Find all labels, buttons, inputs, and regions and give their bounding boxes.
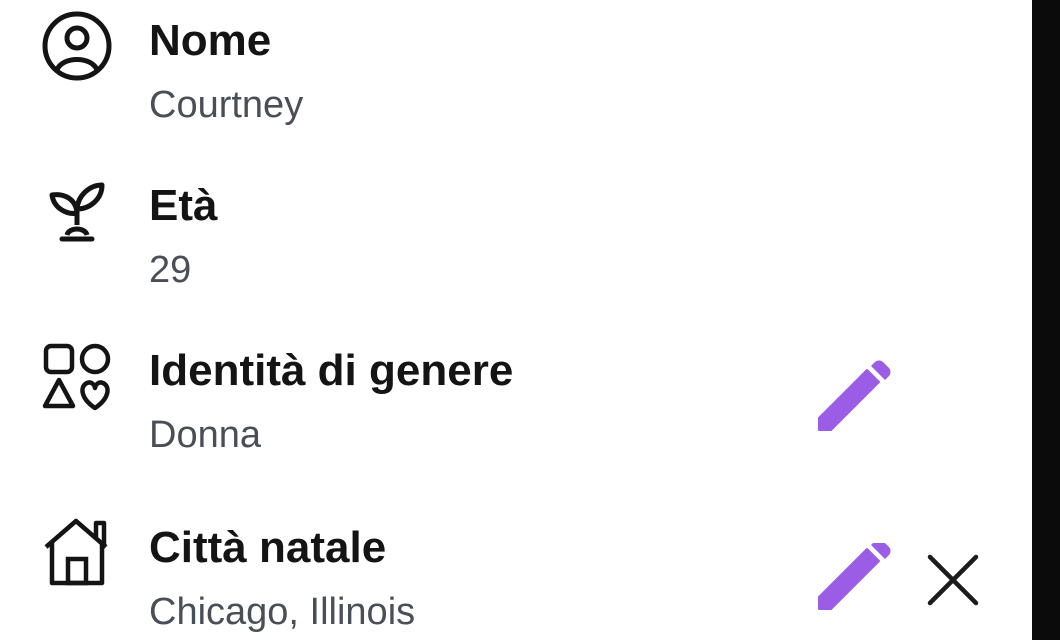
field-value: Donna (149, 414, 261, 456)
profile-details-screen: Nome Courtney Età 29 Identità di genere … (0, 0, 1060, 640)
home-icon (40, 513, 118, 591)
field-row-hometown: Città natale Chicago, Illinois (0, 495, 1032, 640)
field-label: Nome (149, 16, 272, 65)
field-label: Città natale (149, 523, 387, 572)
field-value: 29 (149, 249, 192, 291)
person-circle-icon (40, 8, 118, 86)
field-value: Chicago, Illinois (149, 591, 416, 633)
field-label: Età (149, 181, 218, 230)
pencil-icon (818, 543, 891, 610)
field-value: Courtney (149, 84, 304, 126)
pencil-icon (818, 360, 891, 431)
close-icon (927, 554, 979, 606)
edit-hometown-button[interactable] (811, 543, 891, 623)
sprout-icon (40, 173, 118, 251)
edit-gender-button[interactable] (811, 360, 891, 440)
field-row-age: Età 29 (0, 165, 1032, 315)
remove-hometown-button[interactable] (918, 547, 988, 617)
screen-edge-bar (1032, 0, 1060, 640)
field-label: Identità di genere (149, 346, 514, 395)
shapes-icon (40, 340, 118, 418)
field-row-name: Nome Courtney (0, 0, 1032, 150)
field-row-gender: Identità di genere Donna (0, 330, 1032, 480)
